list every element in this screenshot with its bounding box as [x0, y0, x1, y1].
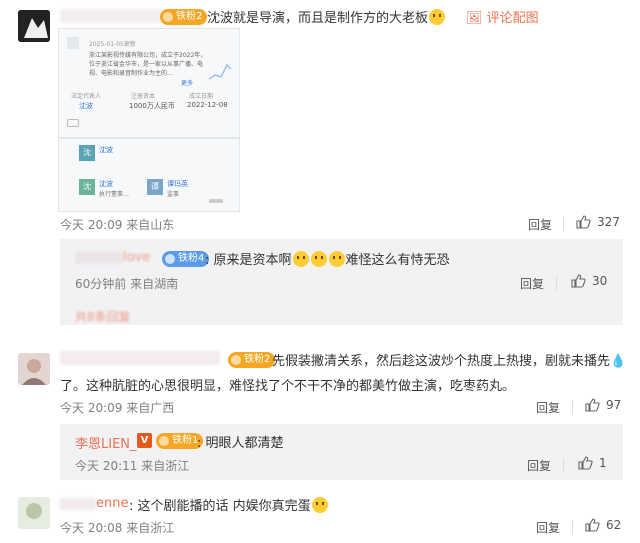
like-button[interactable]: 1 [577, 455, 607, 471]
like-button[interactable]: 327 [575, 214, 620, 230]
reply-text: : 原来是资本啊 难怪这么有恃无恐 [205, 251, 450, 268]
divider [572, 400, 573, 414]
comment-time: 今天 20:09 来自山东 [60, 218, 175, 232]
reply-location: 来自浙江 [141, 459, 190, 473]
avatar[interactable] [18, 10, 50, 42]
reply-username[interactable]: 李恩LIEN_ [75, 433, 137, 452]
company-desc: 浙江某影视传媒有限公司，成立于2022年，位于浙江省金华市，是一家以从事广播、电… [89, 52, 207, 77]
person-3-role: 监事 [167, 191, 180, 198]
username[interactable]: enne [60, 496, 128, 511]
comment-text-line2: 了。这种肮脏的心思很明显，难怪找了个不干不净的都美竹做主演，吃枣药丸。 [60, 379, 516, 394]
like-count: 62 [606, 518, 622, 532]
fan-badge: 铁粉4 [162, 251, 210, 267]
vip-icon: V [137, 433, 152, 448]
like-button[interactable]: 62 [584, 517, 621, 533]
comment-time: 今天 20:09 来自广西 [60, 401, 175, 415]
comment-location: 来自山东 [126, 218, 175, 232]
drop-icon: 💧 [610, 354, 627, 369]
more-link: 更多 [181, 80, 194, 87]
reply-button[interactable]: 回复 [528, 216, 552, 233]
more-replies-link[interactable]: 共8条回复 [75, 308, 131, 325]
avatar[interactable] [18, 353, 50, 385]
avatar[interactable] [18, 497, 50, 529]
thumbs-up-icon [571, 274, 586, 288]
like-count: 327 [597, 215, 620, 229]
like-button[interactable]: 30 [570, 273, 607, 289]
emoji-icon [328, 251, 345, 267]
comment-image-link[interactable]: 🖼 评论配图 [466, 7, 539, 26]
reply-button[interactable]: 回复 [520, 275, 544, 292]
value-capital: 1000万人民币 [129, 102, 175, 110]
like-count: 30 [592, 274, 608, 288]
reply-button[interactable]: 回复 [536, 519, 560, 536]
divider [556, 276, 557, 290]
fan-badge: 铁粉2 [160, 9, 208, 25]
divider [563, 458, 564, 472]
reply-text: : 明眼人都清楚 [197, 436, 284, 451]
person-2: 沈波 [99, 180, 113, 188]
comment-text: 先假装撇清关系，然后趁这波炒个热度上热搜，剧就未播先💧 [272, 354, 627, 369]
divider [572, 520, 573, 534]
comment-image-2[interactable]: 沈 沈波 沈 沈波 执行董事… 谭 谭玛英 监事 [58, 138, 240, 212]
comment-image[interactable]: 2025-01-05更新 浙江某影视传媒有限公司，成立于2022年，位于浙江省金… [58, 28, 240, 138]
like-button[interactable]: 97 [584, 397, 621, 413]
reply-time: 今天 20:11 来自浙江 [75, 459, 190, 473]
comment-time: 今天 20:08 来自浙江 [60, 521, 175, 535]
divider [563, 217, 564, 231]
emoji-icon [292, 251, 309, 267]
value-legal-rep: 沈波 [79, 102, 93, 110]
reply-time: 60分钟前 来自湖南 [75, 277, 179, 291]
username[interactable] [60, 351, 220, 365]
reply-location: 来自湖南 [130, 277, 179, 291]
fan-badge: 铁粉2 [228, 352, 276, 368]
emoji-icon [311, 497, 328, 513]
comment-location: 来自浙江 [126, 521, 175, 535]
comment-location: 来自广西 [126, 401, 175, 415]
person-3: 谭玛英 [167, 180, 188, 188]
person-1: 沈波 [99, 146, 113, 154]
update-date: 2025-01-05更新 [89, 41, 136, 48]
person-2-role: 执行董事… [99, 191, 130, 198]
thumbs-up-icon [576, 215, 591, 229]
value-founded: 2022-12-08 [187, 101, 228, 109]
reply-button[interactable]: 回复 [527, 457, 551, 474]
thumbs-up-icon [585, 518, 600, 532]
comment-image-label: 评论配图 [486, 11, 539, 26]
thumbs-up-icon [585, 398, 600, 412]
field-founded: 成立日期 [189, 93, 214, 100]
comment-text: 沈波就是导演，而且是制作方的大老板 [207, 7, 446, 26]
thumbs-up-icon [578, 456, 593, 470]
field-legal-rep: 法定代表人 [71, 93, 102, 100]
emoji-icon [310, 251, 327, 267]
like-count: 97 [606, 398, 622, 412]
like-count: 1 [599, 456, 607, 470]
image-icon: 🖼 [466, 11, 483, 26]
comment-text: : 这个剧能播的话 内娱你真完蛋 [129, 495, 329, 514]
emoji-icon [429, 9, 446, 25]
field-capital: 注册资本 [131, 93, 156, 100]
reply-username[interactable]: love [75, 250, 150, 265]
reply-button[interactable]: 回复 [536, 399, 560, 416]
